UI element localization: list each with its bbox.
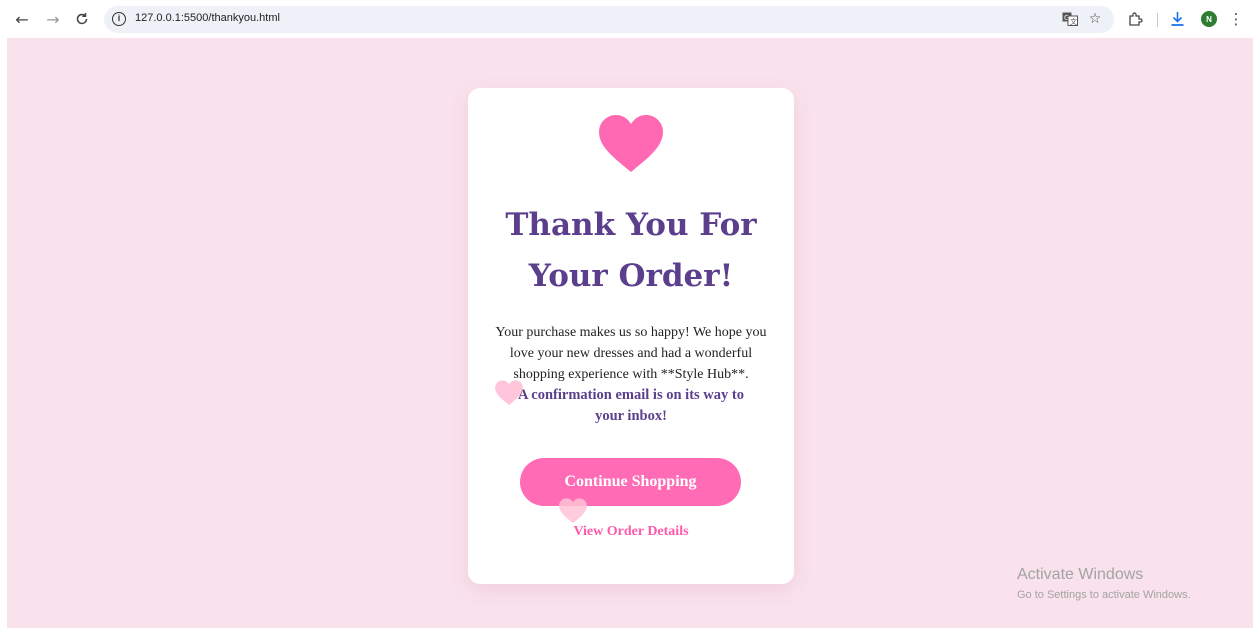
confirmation-line-2: your inbox!: [595, 408, 667, 424]
continue-shopping-button[interactable]: Continue Shopping: [520, 458, 741, 506]
view-order-details-link[interactable]: View Order Details: [468, 524, 794, 540]
more-menu-icon[interactable]: ⋮: [1229, 10, 1244, 28]
watermark-title: Activate Windows: [1017, 566, 1144, 583]
page-viewport: Thank You For Your Order! Your purchase …: [7, 38, 1253, 628]
thank-you-message: Your purchase makes us so happy! We hope…: [488, 322, 774, 427]
message-line-1: Your purchase makes us so happy! We hope…: [495, 325, 767, 340]
browser-toolbar: ← → i 127.0.0.1:5500/thankyou.html G文 ☆ …: [0, 0, 1253, 38]
toolbar-separator: [1157, 13, 1158, 27]
title-line-2: Your Order!: [528, 258, 734, 294]
download-icon[interactable]: [1168, 10, 1186, 28]
reload-icon[interactable]: [72, 9, 92, 29]
title-line-1: Thank You For: [505, 207, 757, 243]
forward-arrow-icon[interactable]: →: [43, 9, 63, 29]
activate-windows-watermark: Activate Windows Go to Settings to activ…: [1017, 565, 1191, 603]
thank-you-card: Thank You For Your Order! Your purchase …: [468, 88, 794, 584]
watermark-subtitle: Go to Settings to activate Windows.: [1017, 589, 1191, 601]
profile-avatar[interactable]: N: [1201, 11, 1217, 27]
confirmation-line-1: A confirmation email is on its way to: [518, 387, 744, 403]
address-bar[interactable]: i 127.0.0.1:5500/thankyou.html: [104, 6, 1114, 33]
floating-heart-icon: [495, 380, 523, 406]
floating-heart-icon: [559, 498, 587, 524]
heart-icon: [599, 115, 663, 172]
translate-icon[interactable]: G文: [1060, 10, 1080, 28]
svg-text:文: 文: [1070, 17, 1077, 26]
url-text[interactable]: 127.0.0.1:5500/thankyou.html: [135, 12, 280, 24]
page-title: Thank You For Your Order!: [468, 200, 794, 302]
message-line-3: shopping experience with **Style Hub**.: [513, 367, 749, 382]
back-arrow-icon[interactable]: ←: [12, 9, 32, 29]
info-icon[interactable]: i: [112, 12, 126, 26]
extensions-icon[interactable]: [1126, 10, 1144, 28]
star-icon[interactable]: ☆: [1086, 10, 1104, 28]
message-line-2: love your new dresses and had a wonderfu…: [509, 346, 753, 361]
